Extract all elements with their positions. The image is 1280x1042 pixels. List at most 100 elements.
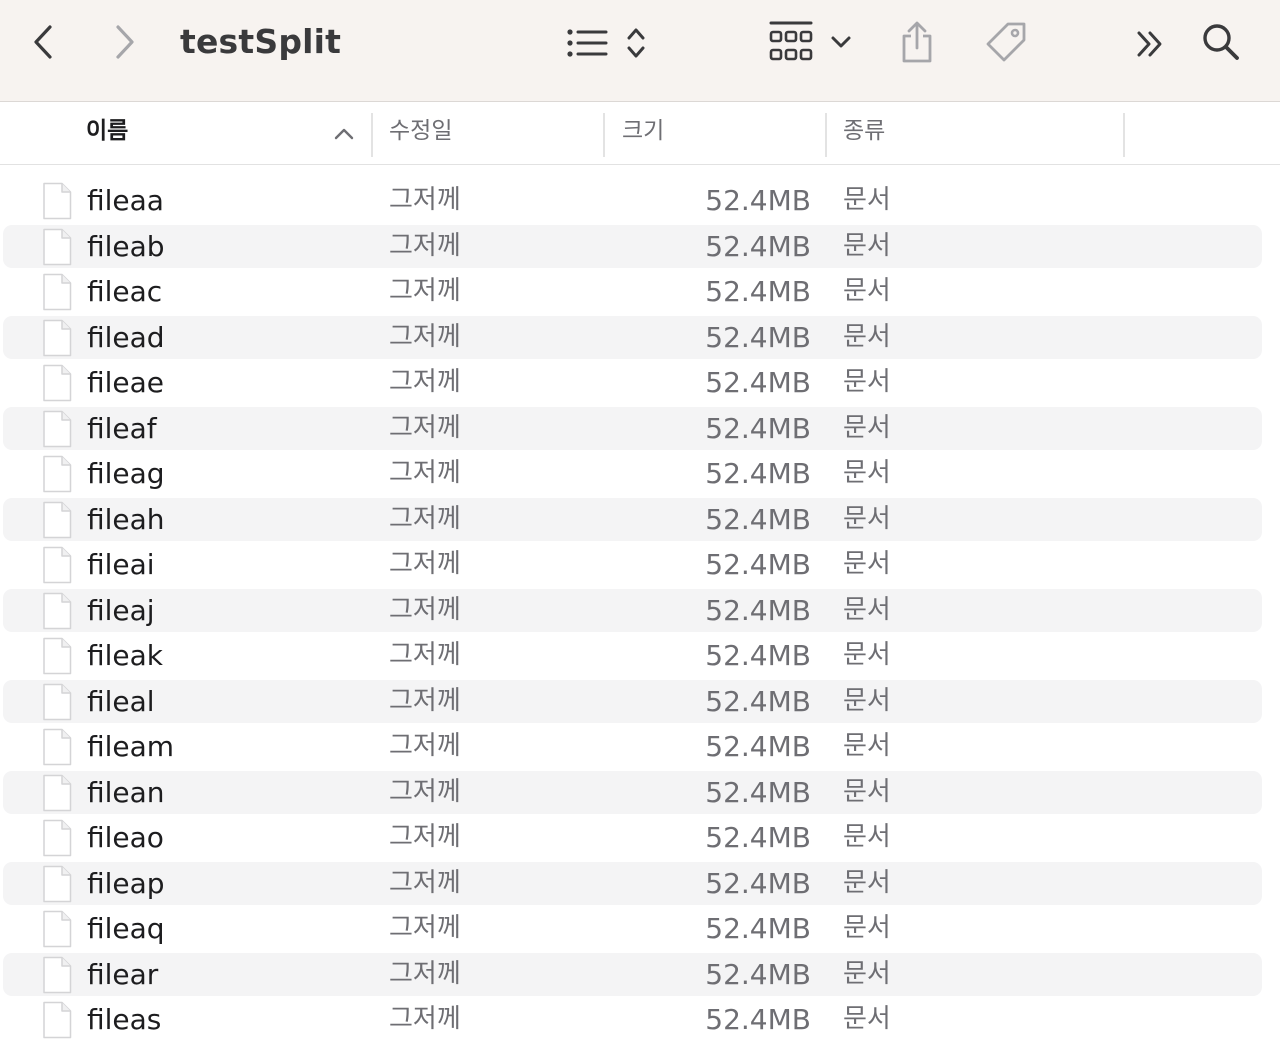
file-size: 52.4MB: [705, 821, 811, 854]
sort-chevrons-icon: [627, 28, 645, 58]
file-kind: 문서: [843, 276, 891, 306]
file-size: 52.4MB: [705, 502, 811, 536]
column-divider[interactable]: [1123, 113, 1125, 157]
table-row[interactable]: fileaj 그저께 52.4MB 문서: [0, 588, 1280, 634]
file-size: 52.4MB: [705, 639, 811, 672]
table-row[interactable]: fileal 그저께 52.4MB 문서: [0, 679, 1280, 725]
column-kind-label: 종류: [843, 118, 886, 144]
table-row[interactable]: fileai 그저께 52.4MB 문서: [0, 542, 1280, 588]
file-modified: 그저께: [389, 367, 461, 397]
file-size: 52.4MB: [705, 1003, 811, 1036]
column-size-header[interactable]: 크기: [622, 103, 822, 165]
document-icon: [43, 774, 72, 811]
table-row[interactable]: fileao 그저께 52.4MB 문서: [0, 815, 1280, 861]
document-icon: [43, 683, 72, 720]
file-name: fileag: [87, 457, 165, 490]
file-kind: 문서: [843, 958, 891, 989]
file-name: fileap: [87, 866, 165, 900]
file-size: 52.4MB: [705, 775, 811, 809]
table-row[interactable]: fileae 그저께 52.4MB 문서: [0, 360, 1280, 406]
table-row[interactable]: fileak 그저께 52.4MB 문서: [0, 633, 1280, 679]
view-options-button[interactable]: [562, 20, 650, 66]
file-size: 52.4MB: [705, 411, 811, 445]
file-name: fileao: [87, 821, 164, 854]
search-button[interactable]: [1198, 20, 1244, 64]
back-icon: [34, 25, 52, 59]
file-kind: 문서: [843, 185, 891, 215]
column-header: 이름 수정일 크기 종류: [0, 103, 1280, 165]
column-name-header[interactable]: 이름: [86, 103, 366, 165]
forward-icon: [116, 25, 134, 59]
window-title: testSplit: [180, 22, 342, 61]
file-name: fileae: [87, 366, 165, 399]
more-button[interactable]: [1130, 24, 1170, 64]
toolbar: testSplit: [0, 0, 1280, 102]
file-size: 52.4MB: [705, 684, 811, 718]
column-size-label: 크기: [622, 118, 665, 144]
table-row[interactable]: fileas 그저께 52.4MB 문서: [0, 997, 1280, 1042]
column-modified-header[interactable]: 수정일: [389, 103, 599, 165]
document-icon: [43, 501, 72, 538]
document-icon: [43, 819, 72, 857]
back-button[interactable]: [26, 22, 60, 62]
search-icon: [1203, 24, 1239, 60]
column-divider[interactable]: [603, 113, 605, 157]
file-kind: 문서: [843, 503, 891, 534]
table-row[interactable]: fileah 그저께 52.4MB 문서: [0, 497, 1280, 543]
document-icon: [43, 910, 72, 948]
document-icon: [43, 319, 72, 356]
table-row[interactable]: fileaq 그저께 52.4MB 문서: [0, 906, 1280, 952]
group-button[interactable]: [766, 18, 854, 66]
file-size: 52.4MB: [705, 275, 811, 308]
tag-button[interactable]: [982, 18, 1030, 66]
file-kind: 문서: [843, 594, 891, 625]
file-modified: 그저께: [389, 458, 461, 488]
table-row[interactable]: fileam 그저께 52.4MB 문서: [0, 724, 1280, 770]
table-row[interactable]: filead 그저께 52.4MB 문서: [0, 315, 1280, 361]
file-modified: 그저께: [389, 503, 461, 534]
file-name: filead: [87, 320, 165, 354]
file-size: 52.4MB: [705, 548, 811, 581]
file-size: 52.4MB: [705, 366, 811, 399]
table-row[interactable]: fileap 그저께 52.4MB 문서: [0, 861, 1280, 907]
file-modified: 그저께: [389, 731, 461, 761]
table-row[interactable]: fileaf 그저께 52.4MB 문서: [0, 406, 1280, 452]
table-row[interactable]: fileaa 그저께 52.4MB 문서: [0, 178, 1280, 224]
table-row[interactable]: fileac 그저께 52.4MB 문서: [0, 269, 1280, 315]
file-name: fileah: [87, 502, 165, 536]
file-modified: 그저께: [389, 1004, 461, 1034]
file-name: filear: [87, 957, 159, 991]
grid-group-icon: [769, 21, 813, 61]
file-modified: 그저께: [389, 549, 461, 579]
file-modified: 그저께: [389, 230, 461, 261]
file-kind: 문서: [843, 640, 891, 670]
chevron-down-icon: [831, 36, 851, 48]
document-icon: [43, 410, 72, 447]
file-size: 52.4MB: [705, 866, 811, 900]
file-modified: 그저께: [389, 321, 461, 352]
document-icon: [43, 1001, 72, 1039]
file-name: filean: [87, 775, 165, 809]
file-modified: 그저께: [389, 867, 461, 898]
file-modified: 그저께: [389, 640, 461, 670]
file-kind: 문서: [843, 367, 891, 397]
file-modified: 그저께: [389, 958, 461, 989]
table-row[interactable]: filean 그저께 52.4MB 문서: [0, 770, 1280, 816]
file-modified: 그저께: [389, 776, 461, 807]
table-row[interactable]: fileab 그저께 52.4MB 문서: [0, 224, 1280, 270]
file-size: 52.4MB: [705, 320, 811, 354]
file-list: fileaa 그저께 52.4MB 문서 fileab 그저께 52.4MB 문서 fileac…: [0, 178, 1280, 1042]
table-row[interactable]: filear 그저께 52.4MB 문서: [0, 952, 1280, 998]
column-kind-header[interactable]: 종류: [843, 103, 1123, 165]
more-icon: [1137, 31, 1162, 57]
forward-button[interactable]: [108, 22, 142, 62]
document-icon: [43, 182, 72, 220]
share-button[interactable]: [894, 18, 940, 66]
column-divider[interactable]: [825, 113, 827, 157]
file-name: fileac: [87, 275, 163, 308]
file-kind: 문서: [843, 685, 891, 716]
table-row[interactable]: fileag 그저께 52.4MB 문서: [0, 451, 1280, 497]
document-icon: [43, 364, 72, 402]
column-divider[interactable]: [371, 113, 373, 157]
file-kind: 문서: [843, 458, 891, 488]
